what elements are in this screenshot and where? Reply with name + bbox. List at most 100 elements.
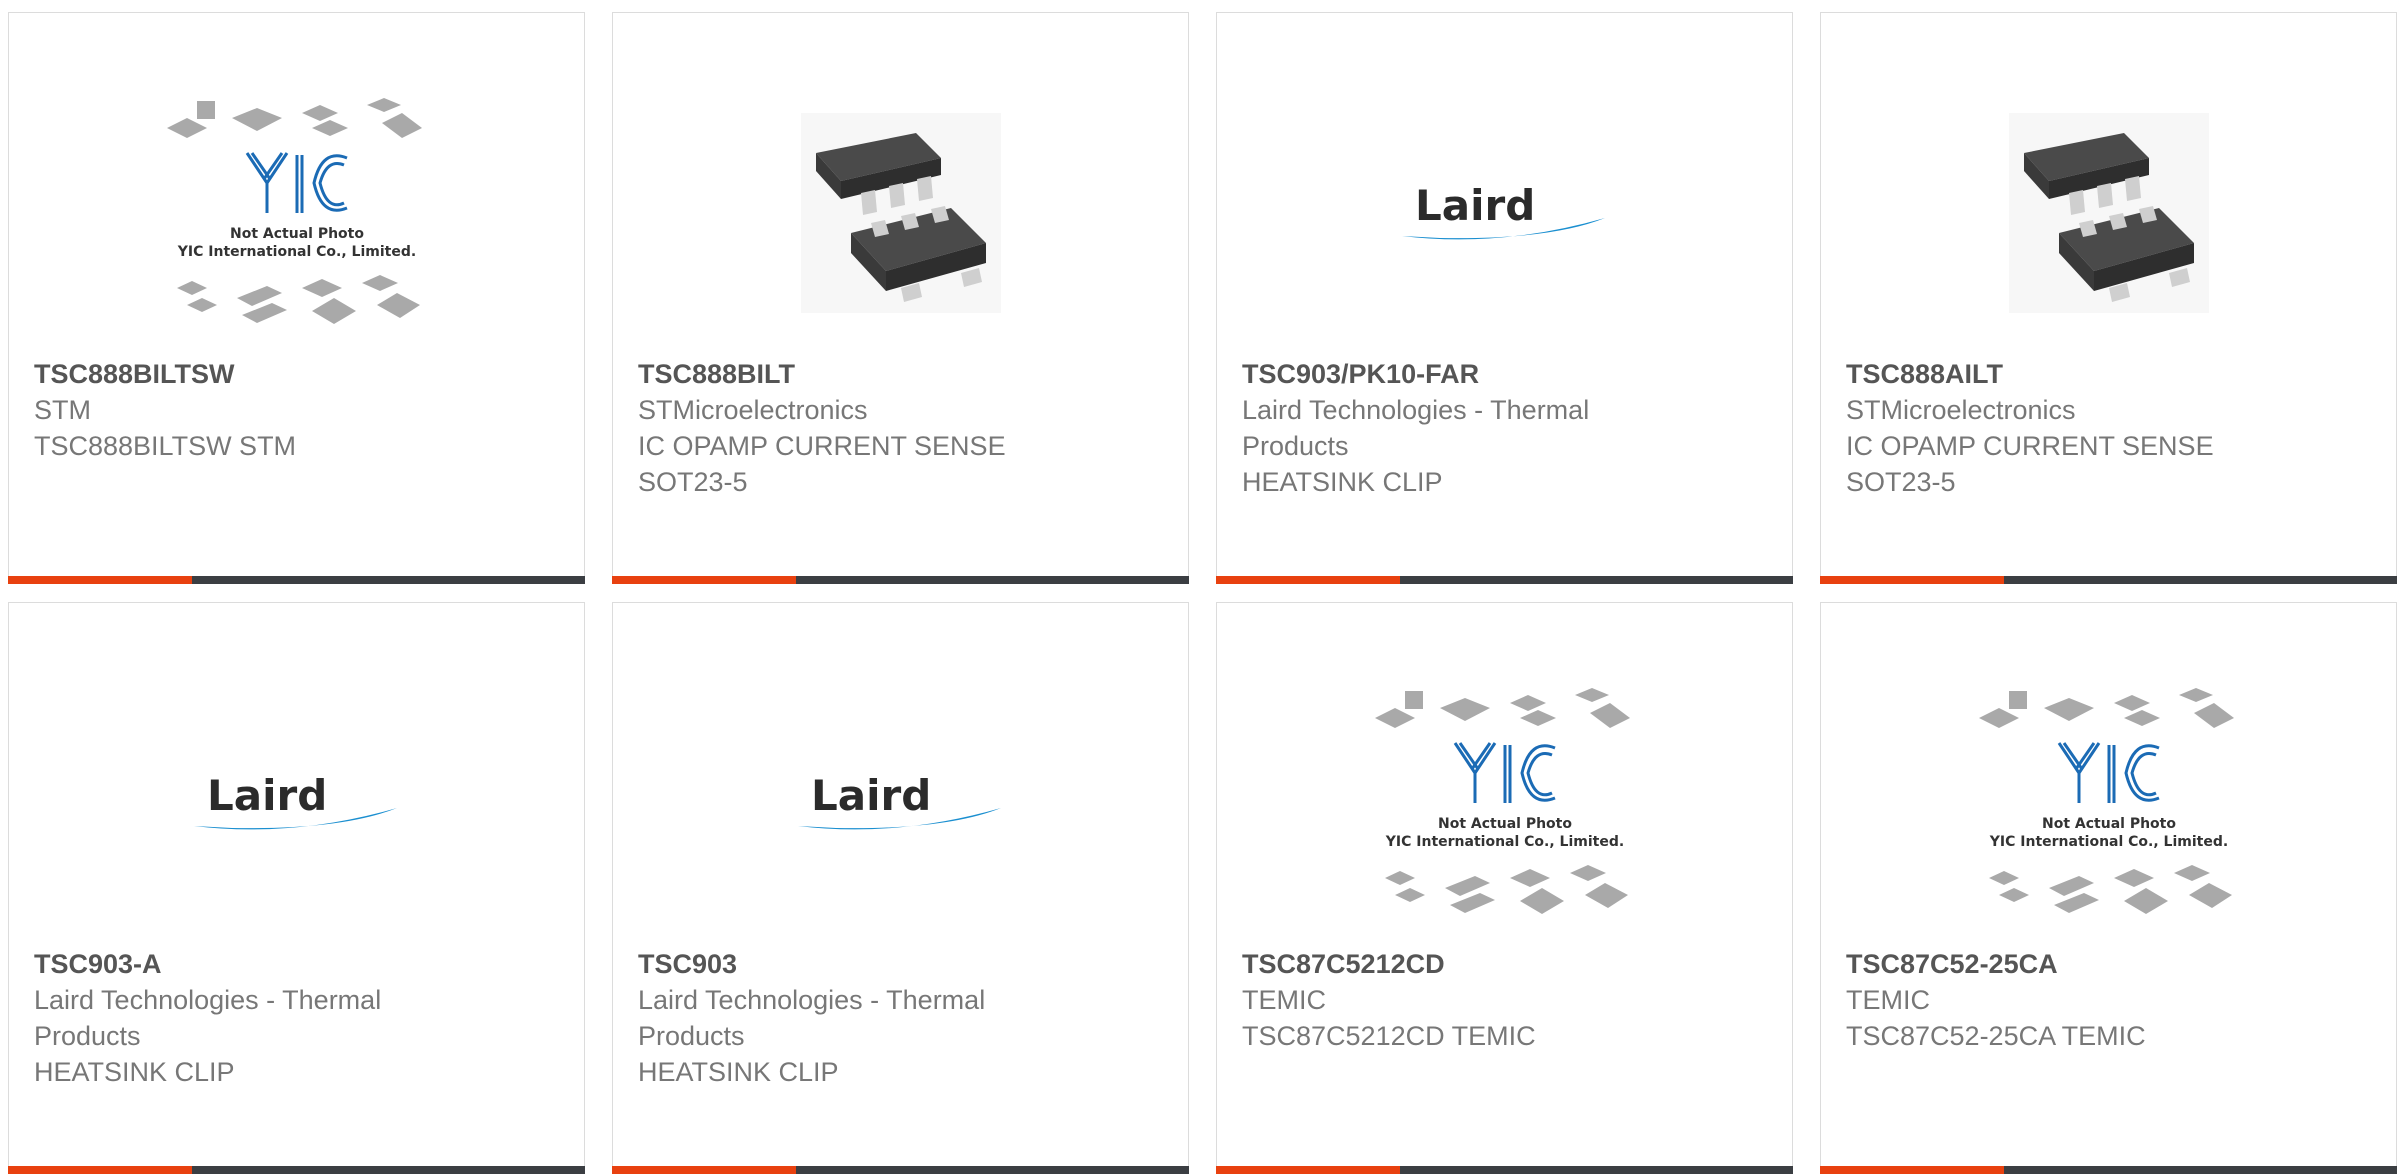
chip-silhouette-icon — [1449, 893, 1495, 913]
chip-silhouette-icon — [2173, 865, 2210, 881]
chip-silhouette-icon — [2008, 691, 2027, 709]
product-image[interactable]: Laird — [9, 663, 584, 943]
part-number-link[interactable]: TSC888AILT — [1846, 356, 2336, 392]
yic-company-label: YIC International Co., Limited. — [1384, 834, 1623, 850]
card-bottom-bar — [1216, 1166, 1793, 1174]
laird-logo-text: Laird — [1415, 181, 1535, 230]
chip-silhouette-icon — [2123, 888, 2168, 914]
product-description: TSC87C52-25CA TEMIC — [1846, 1021, 2146, 1051]
card-accent-stripe — [1820, 1166, 2004, 1174]
card-accent-stripe — [8, 1166, 192, 1174]
product-info: TSC903 Laird Technologies - Thermal Produc… — [638, 946, 1128, 1090]
manufacturer-name: Laird Technologies - Thermal — [1242, 395, 1590, 425]
chip-silhouette-icon — [241, 303, 287, 323]
product-image[interactable]: Not Actual Photo YIC International Co., L… — [1217, 663, 1792, 943]
product-info: TSC903-A Laird Technologies - Thermal Prod… — [34, 946, 524, 1090]
chip-silhouette-icon — [1519, 888, 1564, 914]
chip-silhouette-icon — [2043, 698, 2094, 721]
product-info: TSC903/PK10-FAR Laird Technologies - Ther… — [1242, 356, 1732, 500]
chip-silhouette-icon — [1394, 888, 1425, 902]
laird-logo: Laird — [192, 768, 402, 838]
sot23-5-package-photo — [800, 113, 1001, 313]
chip-silhouette-icon — [1509, 869, 1550, 887]
part-number-link[interactable]: TSC903 — [638, 946, 1128, 982]
card-bottom-bar — [8, 1166, 585, 1174]
chip-silhouette-icon — [2113, 869, 2154, 887]
chip-silhouette-icon — [196, 101, 215, 119]
product-card[interactable]: Not Actual Photo YIC International Co., L… — [8, 12, 585, 584]
chip-silhouette-icon — [311, 120, 348, 136]
product-image[interactable]: Laird — [1217, 73, 1792, 353]
product-card[interactable]: TSC888AILT STMicroelectronics IC OPAMP CUR… — [1820, 12, 2397, 584]
chip-silhouette-icon — [1444, 876, 1490, 896]
product-info: TSC888BILT STMicroelectronics IC OPAMP CUR… — [638, 356, 1128, 500]
chip-silhouette-icon — [1978, 708, 2019, 728]
not-actual-photo-placeholder: Not Actual Photo YIC International Co., L… — [162, 93, 432, 333]
product-description: TSC888BILTSW STM — [34, 431, 297, 461]
product-description: HEATSINK CLIP — [34, 1057, 235, 1087]
card-accent-stripe — [1820, 576, 2004, 584]
card-accent-stripe — [612, 576, 796, 584]
chip-silhouette-icon — [176, 281, 207, 295]
product-description: HEATSINK CLIP — [638, 1057, 839, 1087]
laird-logo-text: Laird — [811, 771, 931, 820]
chip-silhouette-icon — [301, 105, 338, 121]
product-description: TSC87C5212CD TEMIC — [1242, 1021, 1536, 1051]
product-image[interactable] — [1821, 73, 2396, 353]
product-card[interactable]: Laird TSC903 Laird Technologies - Thermal P… — [612, 602, 1189, 1174]
product-card[interactable]: Laird TSC903/PK10-FAR Laird Technologies -… — [1216, 12, 1793, 584]
product-card[interactable]: Not Actual Photo YIC International Co., L… — [1820, 602, 2397, 1174]
chip-silhouette-icon — [376, 293, 420, 318]
card-bottom-bar — [8, 576, 585, 584]
chip-silhouette-icon — [1569, 865, 1606, 881]
manufacturer-name: STMicroelectronics — [1846, 395, 2076, 425]
card-accent-stripe — [612, 1166, 796, 1174]
product-info: TSC888AILT STMicroelectronics IC OPAMP CUR… — [1846, 356, 2336, 500]
product-card[interactable]: Not Actual Photo YIC International Co., L… — [1216, 602, 1793, 1174]
card-bottom-bar — [1820, 576, 2397, 584]
product-description: Products — [638, 1021, 745, 1051]
product-info: TSC888BILTSW STM TSC888BILTSW STM — [34, 356, 524, 464]
product-card[interactable]: TSC888BILT STMicroelectronics IC OPAMP CUR… — [612, 12, 1189, 584]
chip-silhouette-icon — [1998, 888, 2029, 902]
product-image[interactable] — [613, 73, 1188, 353]
product-description: IC OPAMP CURRENT SENSE — [638, 431, 1006, 461]
not-actual-photo-label: Not Actual Photo — [2042, 816, 2176, 832]
chip-silhouette-icon — [2188, 883, 2232, 908]
chip-silhouette-icon — [186, 298, 217, 312]
chip-silhouette-icon — [361, 275, 398, 291]
chip-silhouette-icon — [301, 279, 342, 297]
product-image[interactable]: Laird — [613, 663, 1188, 943]
product-info: TSC87C52-25CA TEMIC TSC87C52-25CA TEMIC — [1846, 946, 2336, 1054]
product-image[interactable]: Not Actual Photo YIC International Co., L… — [1821, 663, 2396, 943]
not-actual-photo-label: Not Actual Photo — [1438, 816, 1572, 832]
chip-silhouette-icon — [1589, 703, 1630, 728]
chip-silhouette-icon — [1404, 691, 1423, 709]
card-accent-stripe — [1216, 1166, 1400, 1174]
chip-silhouette-icon — [1509, 695, 1546, 711]
product-image[interactable]: Not Actual Photo YIC International Co., L… — [9, 73, 584, 353]
part-number-link[interactable]: TSC888BILTSW — [34, 356, 524, 392]
chip-silhouette-icon — [2123, 710, 2160, 726]
card-bottom-bar — [1216, 576, 1793, 584]
card-bottom-bar — [612, 1166, 1189, 1174]
yic-logo — [1453, 742, 1556, 803]
part-number-link[interactable]: TSC903-A — [34, 946, 524, 982]
chip-silhouette-icon — [231, 108, 282, 131]
part-number-link[interactable]: TSC87C5212CD — [1242, 946, 1732, 982]
yic-logo — [245, 152, 348, 213]
part-number-link[interactable]: TSC87C52-25CA — [1846, 946, 2336, 982]
product-description: IC OPAMP CURRENT SENSE — [1846, 431, 2214, 461]
product-card[interactable]: Laird TSC903-A Laird Technologies - Therma… — [8, 602, 585, 1174]
manufacturer-name: TEMIC — [1846, 985, 1930, 1015]
chip-silhouette-icon — [1384, 871, 1415, 885]
not-actual-photo-placeholder: Not Actual Photo YIC International Co., L… — [1370, 683, 1640, 923]
chip-silhouette-icon — [1584, 883, 1628, 908]
product-description: SOT23-5 — [1846, 467, 1956, 497]
chip-silhouette-icon — [366, 98, 401, 112]
part-number-link[interactable]: TSC903/PK10-FAR — [1242, 356, 1732, 392]
manufacturer-name: Laird Technologies - Thermal — [638, 985, 986, 1015]
chip-silhouette-icon — [2048, 876, 2094, 896]
chip-silhouette-icon — [166, 118, 207, 138]
part-number-link[interactable]: TSC888BILT — [638, 356, 1128, 392]
